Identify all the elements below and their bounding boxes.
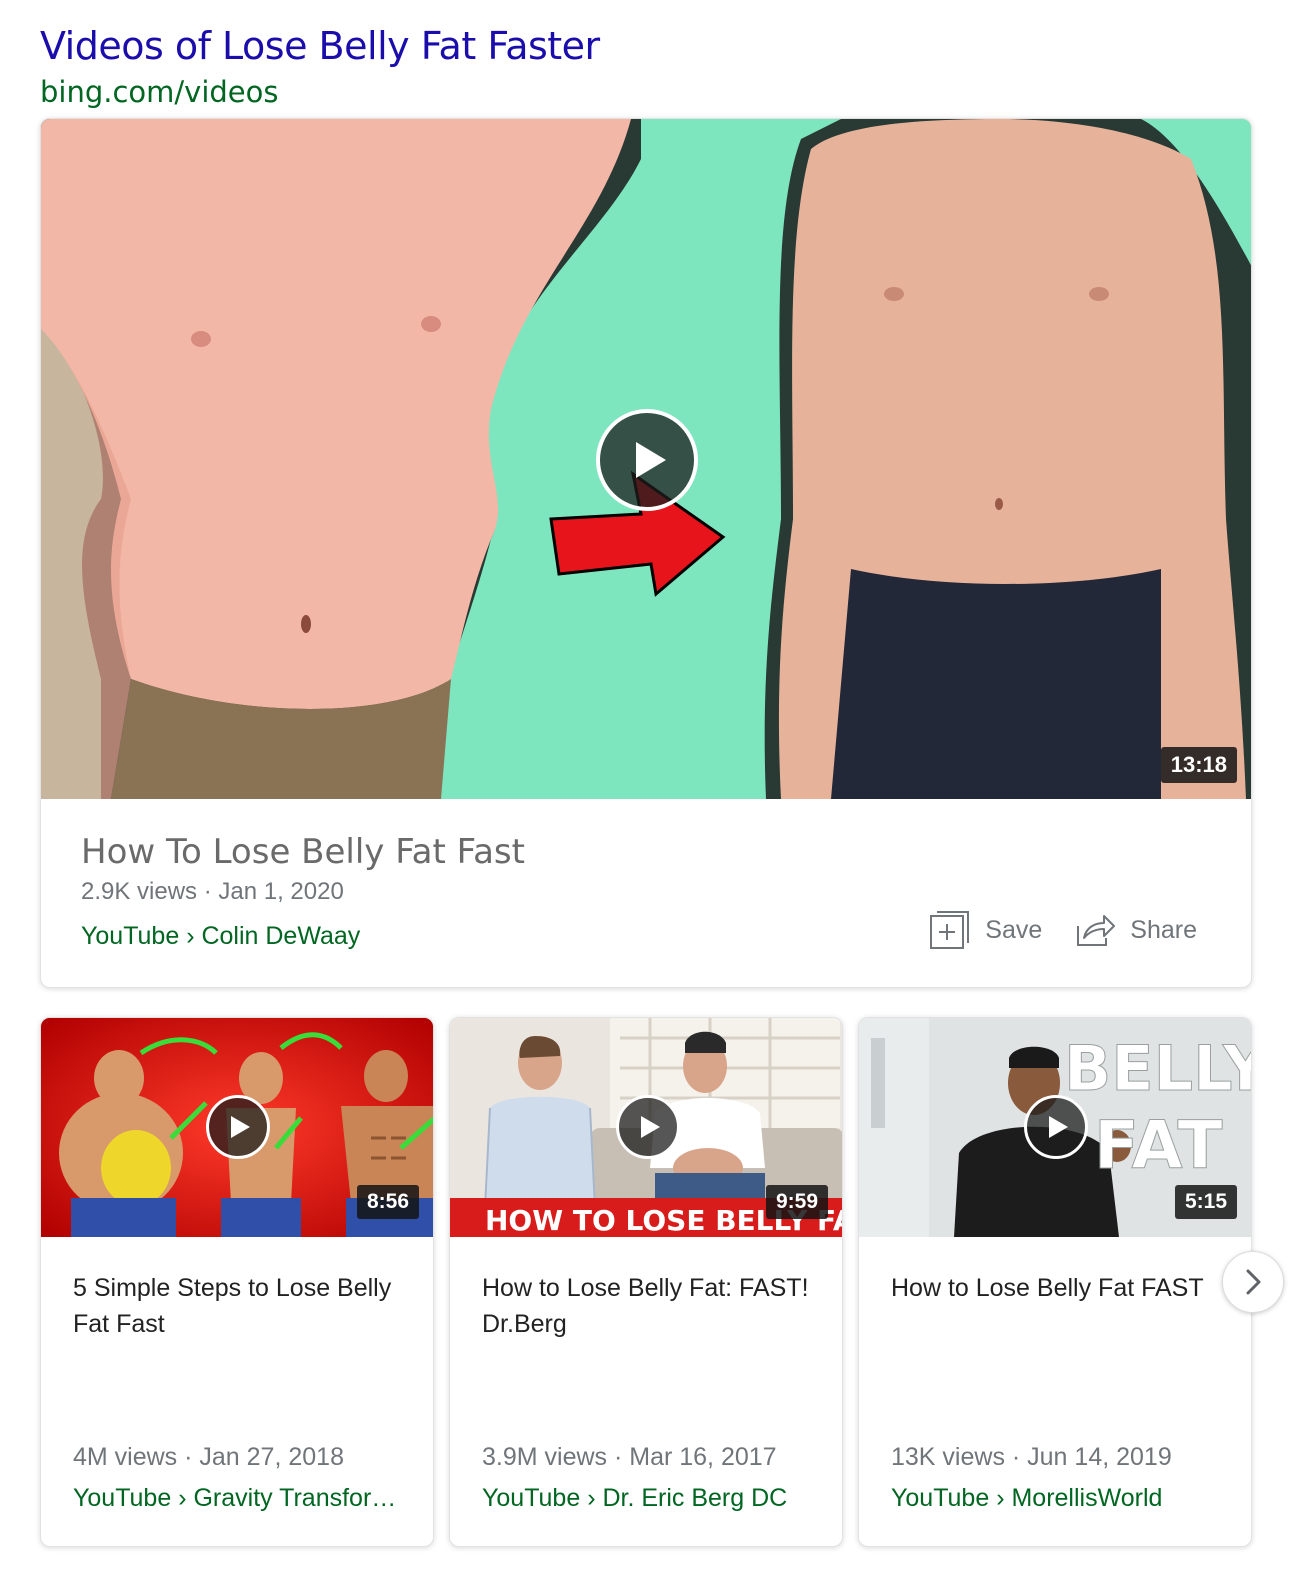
thumb-word-1: BELLY: [1064, 1032, 1252, 1105]
video-meta: 13K views · Jun 14, 2019: [891, 1443, 1172, 1471]
play-button[interactable]: [1024, 1095, 1088, 1159]
video-thumbnail[interactable]: HOW TO LOSE BELLY FAT 9:59: [450, 1018, 842, 1237]
main-video-title[interactable]: How To Lose Belly Fat Fast: [81, 831, 525, 873]
video-title[interactable]: How to Lose Belly Fat: FAST! Dr.Berg: [482, 1270, 822, 1342]
main-video-card[interactable]: 13:18 How To Lose Belly Fat Fast 2.9K vi…: [40, 118, 1252, 988]
video-source[interactable]: YouTube › MorellisWorld: [891, 1481, 1231, 1515]
save-label: Save: [985, 915, 1043, 944]
share-label: Share: [1130, 915, 1197, 944]
share-arrow-icon: [1077, 915, 1116, 946]
video-thumbnail[interactable]: 8:56: [41, 1018, 433, 1237]
share-button[interactable]: Share: [1074, 912, 1197, 948]
video-source[interactable]: YouTube › Gravity Transfor…: [73, 1481, 413, 1515]
video-card[interactable]: HOW TO LOSE BELLY FAT 9:59 How to Lose B…: [449, 1017, 843, 1547]
save-button[interactable]: Save: [929, 909, 1042, 951]
main-video-thumbnail[interactable]: 13:18: [41, 119, 1251, 799]
video-card[interactable]: 8:56 5 Simple Steps to Lose Belly Fat Fa…: [40, 1017, 434, 1547]
play-button[interactable]: [616, 1095, 680, 1159]
save-plus-icon: [930, 911, 970, 949]
chevron-right-icon: [1246, 1269, 1261, 1295]
play-button[interactable]: [206, 1095, 270, 1159]
video-title[interactable]: How to Lose Belly Fat FAST: [891, 1270, 1231, 1306]
thumb-word-2: FAT: [1094, 1107, 1223, 1184]
results-source-url: bing.com/videos: [40, 75, 279, 109]
carousel-next-button[interactable]: [1222, 1251, 1284, 1313]
video-duration: 9:59: [765, 1185, 828, 1219]
video-source[interactable]: YouTube › Dr. Eric Berg DC: [482, 1481, 822, 1515]
main-video-meta: 2.9K views · Jan 1, 2020: [81, 878, 344, 905]
play-icon: [231, 1116, 250, 1138]
video-meta: 3.9M views · Mar 16, 2017: [482, 1443, 777, 1471]
main-video-source[interactable]: YouTube › Colin DeWaay: [81, 919, 525, 953]
video-meta: 4M views · Jan 27, 2018: [73, 1443, 344, 1471]
main-play-button[interactable]: [596, 409, 698, 511]
results-title-link[interactable]: Videos of Lose Belly Fat Faster: [40, 24, 600, 68]
video-thumbnail[interactable]: BELLY FAT 5:15: [859, 1018, 1252, 1237]
main-video-duration: 13:18: [1160, 747, 1237, 783]
play-icon: [1049, 1116, 1068, 1138]
video-duration: 8:56: [356, 1185, 419, 1219]
video-title[interactable]: 5 Simple Steps to Lose Belly Fat Fast: [73, 1270, 413, 1342]
video-duration: 5:15: [1174, 1185, 1237, 1219]
play-icon: [636, 442, 666, 478]
video-card[interactable]: BELLY FAT 5:15 How to Lose Belly Fat FAS…: [858, 1017, 1252, 1547]
play-icon: [641, 1116, 660, 1138]
